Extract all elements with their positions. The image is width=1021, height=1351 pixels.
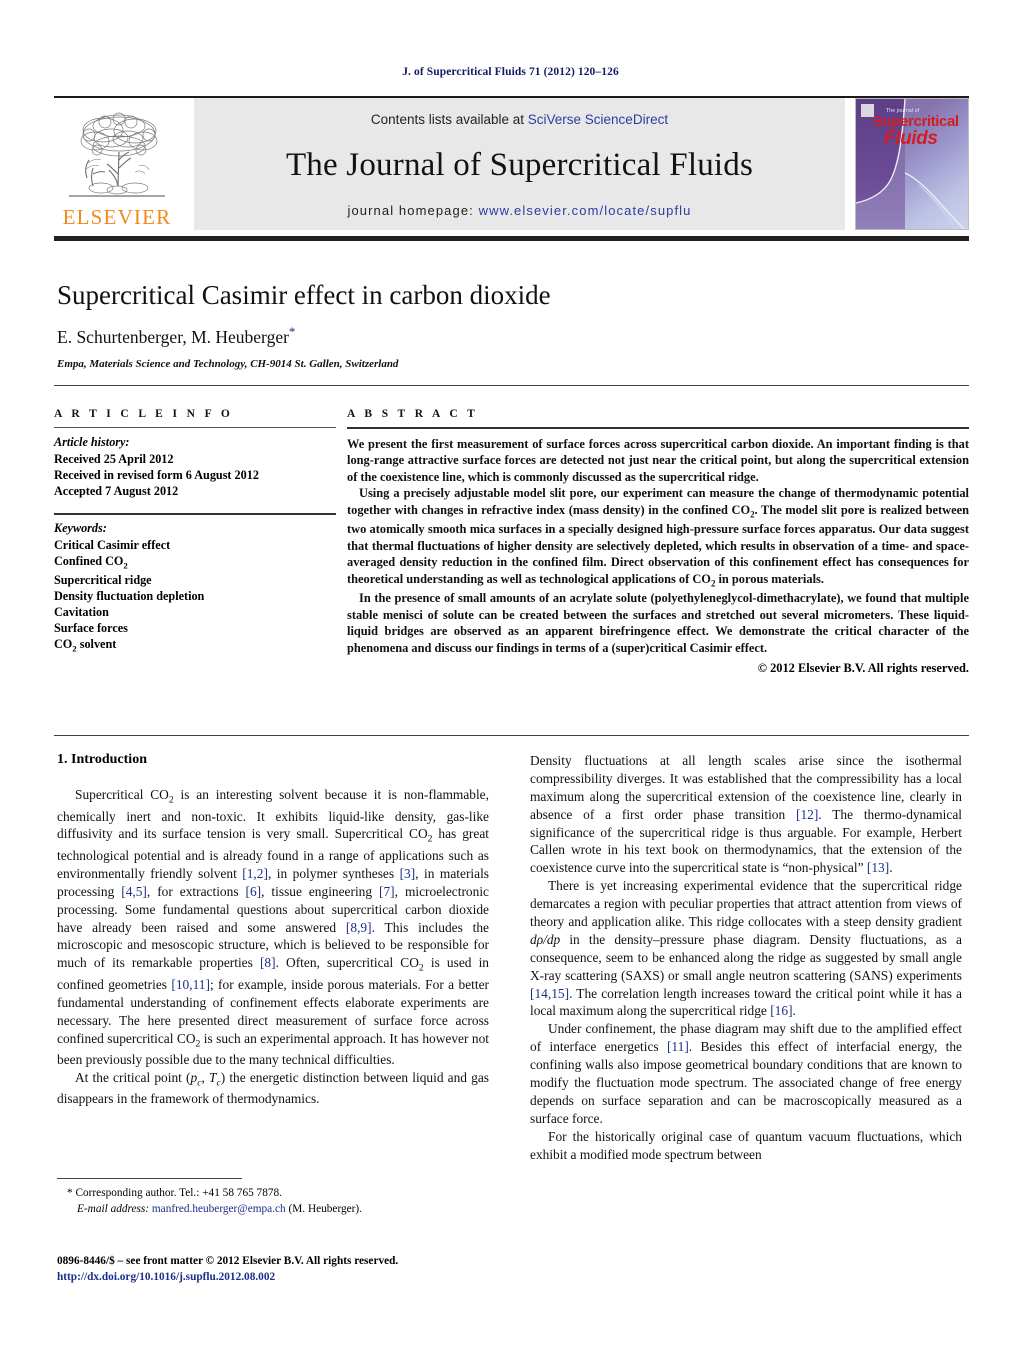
page-title: Supercritical Casimir effect in carbon d…	[57, 280, 551, 310]
abstract-paragraph: In the presence of small amounts of an a…	[347, 591, 969, 655]
abstract-paragraph: Using a precisely adjustable model slit …	[347, 486, 969, 589]
running-head: J. of Supercritical Fluids 71 (2012) 120…	[402, 66, 619, 78]
keywords-block: Keywords: Critical Casimir effect Confin…	[54, 513, 336, 655]
right-column: Density fluctuations at all length scale…	[530, 752, 962, 1163]
masthead: ELSEVIER Contents lists available at Sci…	[54, 98, 969, 230]
corresponding-author-marker: *	[288, 324, 296, 340]
keyword-item: Cavitation	[54, 605, 109, 620]
keyword-item: Critical Casimir effect	[54, 537, 171, 552]
elsevier-wordmark: ELSEVIER	[62, 205, 172, 229]
title-block: Supercritical Casimir effect in carbon d…	[57, 280, 957, 370]
body-paragraph: For the historically original case of qu…	[530, 1128, 962, 1162]
abstract-column: A B S T R A C T We present the first mea…	[347, 408, 969, 676]
cover-word-fluids: Fluids	[884, 128, 938, 149]
body-paragraph: Density fluctuations at all length scale…	[530, 753, 962, 876]
left-column: 1. Introduction Supercritical CO2 is an …	[57, 752, 489, 1163]
doi-link[interactable]: http://dx.doi.org/10.1016/j.supflu.2012.…	[57, 1269, 497, 1285]
title-divider	[54, 385, 969, 386]
email-suffix: (M. Heuberger).	[288, 1202, 363, 1215]
article-info-column: A R T I C L E I N F O Article history: R…	[54, 408, 336, 676]
footnotes: * Corresponding author. Tel.: +41 58 765…	[57, 1186, 489, 1218]
article-info-rule	[54, 427, 336, 428]
affiliation: Empa, Materials Science and Technology, …	[57, 357, 399, 370]
journal-title: The Journal of Supercritical Fluids	[285, 146, 754, 183]
abstract-copyright: © 2012 Elsevier B.V. All rights reserved…	[757, 661, 969, 676]
keyword-item: Surface forces	[54, 621, 128, 636]
journal-article-page: J. of Supercritical Fluids 71 (2012) 120…	[0, 0, 1021, 1351]
masthead-bottom-rule	[54, 236, 969, 241]
sciencedirect-link[interactable]: SciVerse ScienceDirect	[528, 112, 668, 127]
abstract-label: A B S T R A C T	[347, 408, 479, 420]
article-info-label: A R T I C L E I N F O	[54, 408, 234, 420]
body-columns: 1. Introduction Supercritical CO2 is an …	[57, 752, 962, 1163]
body-paragraph: At the critical point (pc, Tc) the energ…	[57, 1069, 489, 1107]
journal-homepage-line: journal homepage: www.elsevier.com/locat…	[347, 203, 691, 218]
cover-word-supercritical: Supercritical	[873, 113, 959, 130]
keyword-item: CO2 solvent	[54, 637, 117, 654]
keyword-item: Confined CO2	[54, 553, 128, 571]
contents-prefix: Contents lists available at	[370, 112, 528, 127]
homepage-url[interactable]: www.elsevier.com/locate/supflu	[479, 203, 692, 218]
keyword-item: Density fluctuation depletion	[54, 589, 205, 604]
body-paragraph: Under confinement, the phase diagram may…	[530, 1021, 963, 1126]
elsevier-tree-icon	[69, 112, 165, 197]
front-matter-block: 0896-8446/$ – see front matter © 2012 El…	[57, 1253, 497, 1286]
abstract-paragraph: We present the first measurement of surf…	[347, 436, 969, 484]
contents-line: Contents lists available at SciVerse Sci…	[371, 112, 668, 127]
keywords-rule	[54, 513, 336, 515]
keyword-item: Supercritical ridge	[54, 572, 152, 587]
history-item: Received in revised form 6 August 2012	[54, 468, 259, 483]
abstract-divider	[54, 735, 969, 736]
body-paragraph: There is yet increasing experimental evi…	[530, 878, 962, 1019]
article-history-title: Article history:	[54, 435, 130, 449]
email-link[interactable]: manfred.heuberger@empa.ch	[152, 1203, 286, 1215]
author-list: E. Schurtenberger, M. Heuberger*	[57, 324, 957, 348]
footnote-rule	[57, 1178, 242, 1179]
homepage-label: journal homepage:	[347, 203, 479, 218]
author-names: E. Schurtenberger, M. Heuberger	[57, 326, 289, 347]
history-item: Received 25 April 2012	[54, 452, 174, 466]
front-matter-line: 0896-8446/$ – see front matter © 2012 El…	[57, 1255, 399, 1267]
journal-banner: Contents lists available at SciVerse Sci…	[194, 98, 845, 230]
corresponding-author-note: * Corresponding author. Tel.: +41 58 765…	[67, 1187, 282, 1199]
keywords-title: Keywords:	[54, 520, 107, 535]
history-item: Accepted 7 August 2012	[54, 484, 179, 499]
info-abstract-row: A R T I C L E I N F O Article history: R…	[54, 408, 969, 676]
email-note: E-mail address: manfred.heuberger@empa.c…	[77, 1202, 489, 1218]
abstract-rule	[347, 427, 969, 429]
journal-cover-thumbnail: The journal of Supercritical Fluids	[855, 98, 969, 230]
section-heading-introduction: 1. Introduction	[57, 752, 147, 767]
elsevier-logo: ELSEVIER	[54, 98, 180, 230]
email-label: E-mail address:	[77, 1202, 150, 1215]
body-paragraph: Supercritical CO2 is an interesting solv…	[57, 787, 490, 1068]
